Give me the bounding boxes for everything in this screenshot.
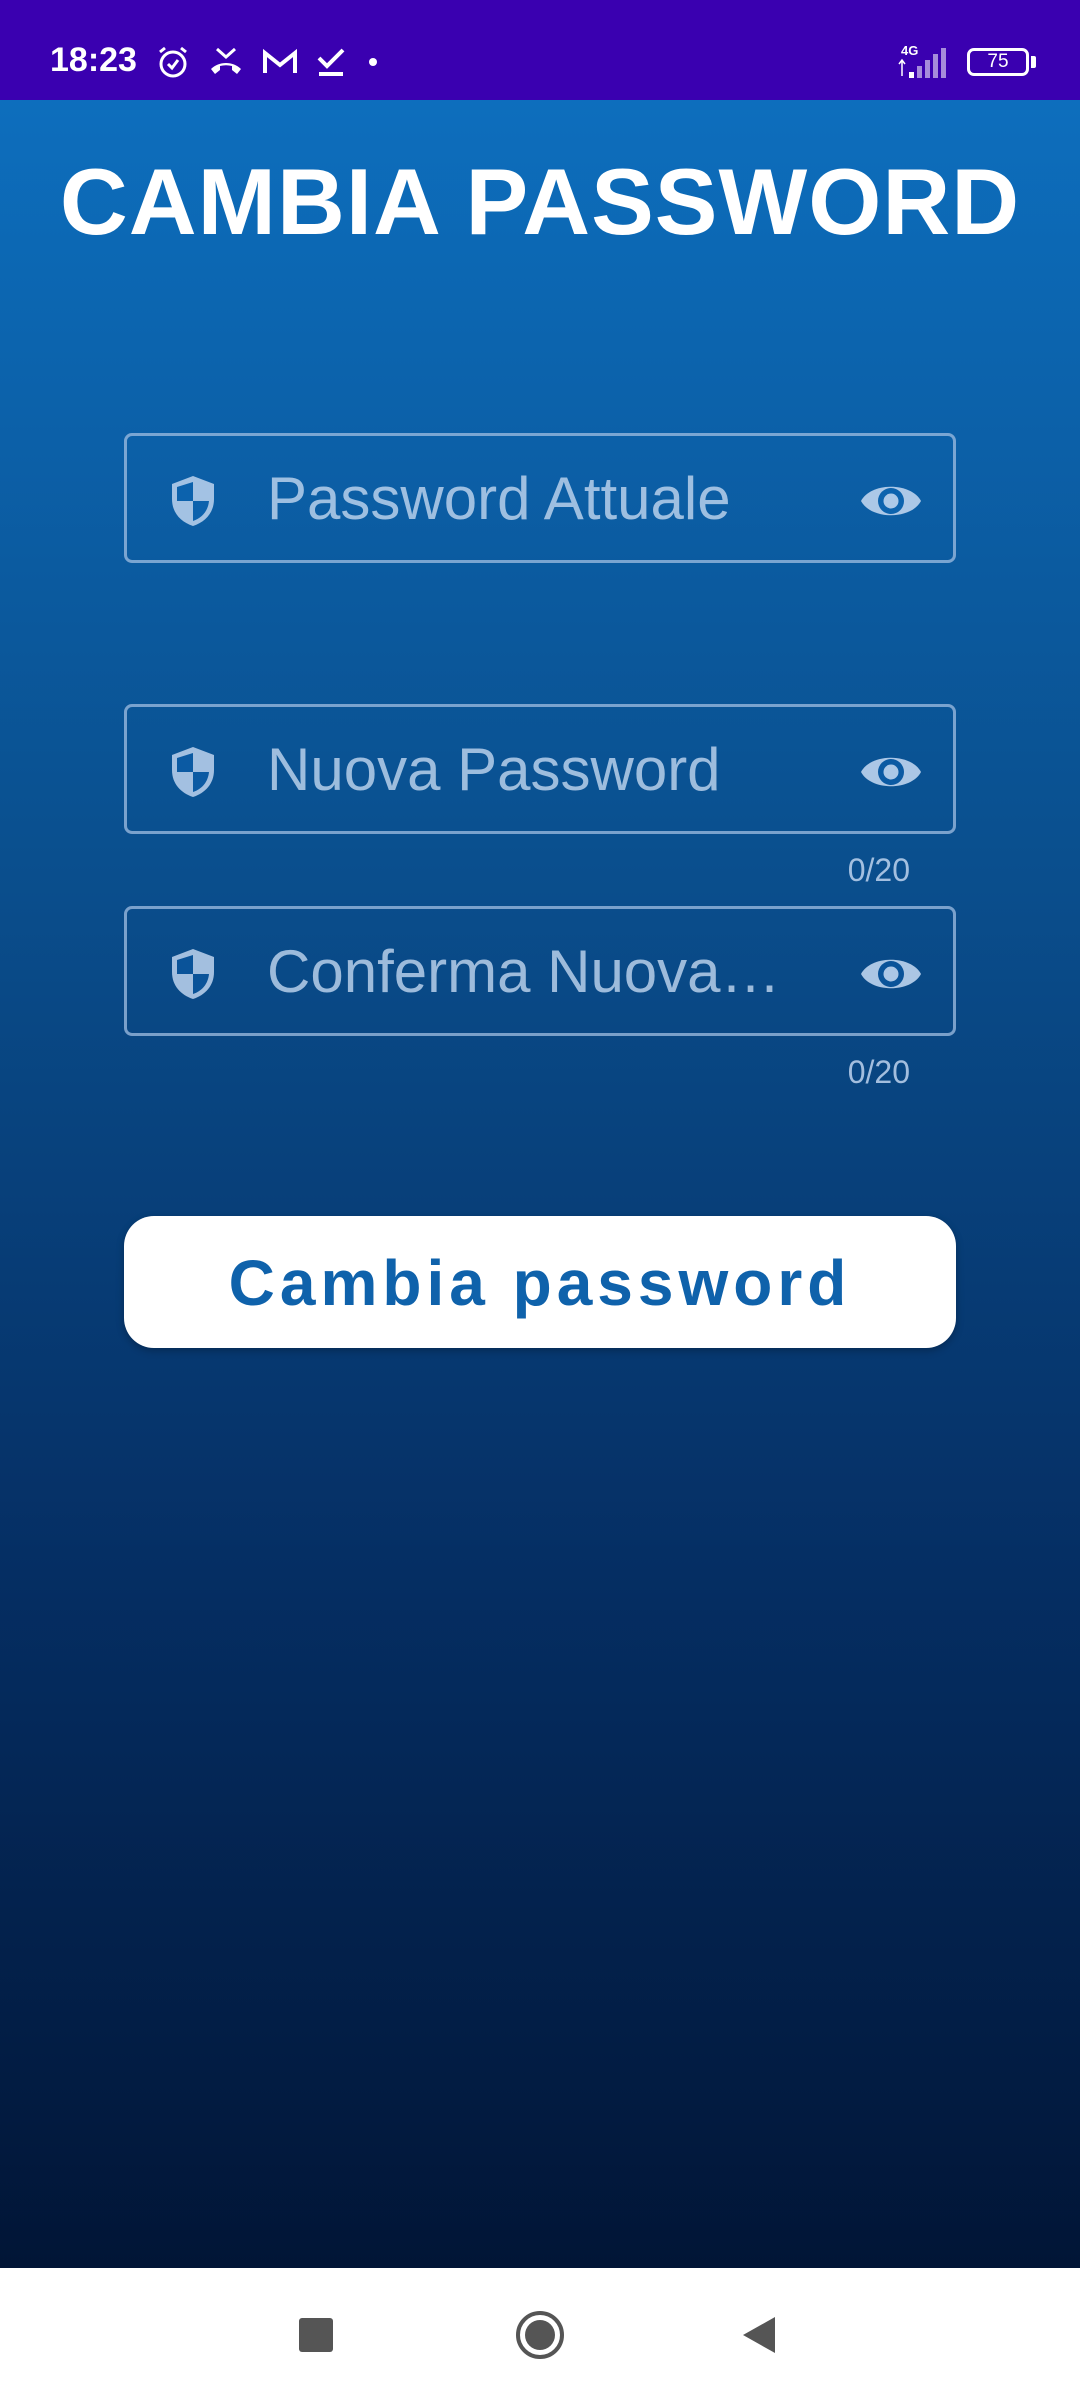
recents-icon [299,2318,333,2352]
new-password-field[interactable] [124,704,956,834]
eye-icon[interactable] [859,949,923,999]
status-icons-right: 4G 75 [893,40,1036,84]
missed-call-icon [211,47,241,74]
current-password-input[interactable] [267,458,807,538]
home-button[interactable] [495,2290,585,2380]
shield-icon [172,476,214,526]
status-icons-left [155,42,383,82]
new-password-input[interactable] [267,729,807,809]
recents-button[interactable] [271,2290,361,2380]
confirm-password-input[interactable] [267,931,807,1011]
confirm-password-counter: 0/20 [847,1054,910,1090]
navigation-bar [0,2268,1080,2400]
back-button[interactable] [714,2290,804,2380]
battery-icon: 75 [967,48,1029,76]
battery-cap [1031,56,1036,68]
new-password-counter: 0/20 [847,852,910,888]
network-label: 4G [901,43,918,58]
alarm-icon [159,46,187,78]
shield-icon [172,949,214,999]
status-bar: 18:23 4G 75 [0,0,1080,100]
eye-icon[interactable] [859,747,923,797]
battery-level: 75 [987,51,1009,72]
page-title: CAMBIA PASSWORD [59,149,1021,254]
eye-icon[interactable] [859,476,923,526]
notification-dot-icon [369,58,377,66]
gmail-icon [263,48,297,73]
shield-icon [172,747,214,797]
back-icon [743,2317,775,2353]
confirm-password-field[interactable] [124,906,956,1036]
change-password-button[interactable]: Cambia password [124,1216,956,1348]
current-password-field[interactable] [124,433,956,563]
change-password-screen: CAMBIA PASSWORD 0/20 0/20 Cambia passwor… [0,100,1080,2268]
home-icon [516,2311,564,2359]
status-time: 18:23 [50,41,137,79]
task-check-icon [317,48,345,76]
signal-icon: 4G [898,43,946,78]
